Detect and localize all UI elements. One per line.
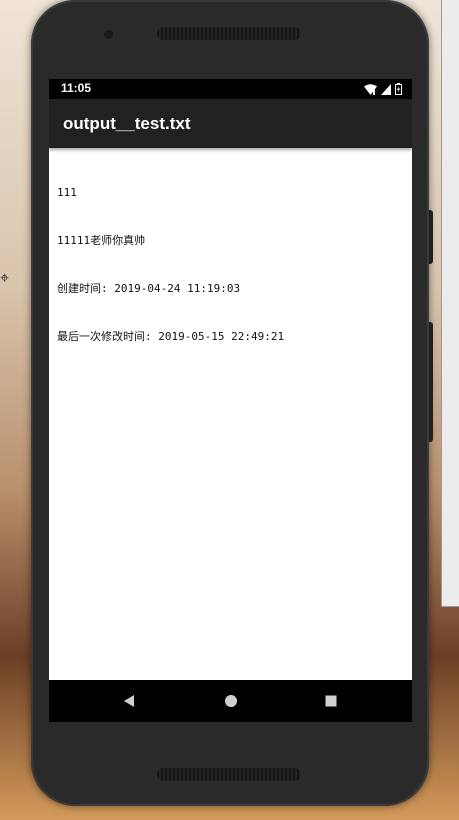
power-button[interactable] xyxy=(429,210,433,264)
wifi-icon xyxy=(364,83,377,95)
recents-icon xyxy=(325,695,337,707)
back-button[interactable] xyxy=(119,691,139,711)
status-bar: 11:05 xyxy=(49,79,412,99)
volume-rocker[interactable] xyxy=(429,322,433,442)
content-line: 最后一次修改时间: 2019-05-15 22:49:21 xyxy=(57,330,285,343)
recents-button[interactable] xyxy=(321,691,341,711)
content-line: 创建时间: 2019-04-24 11:19:03 xyxy=(57,282,241,295)
top-speaker-grille xyxy=(157,27,301,40)
cell-signal-icon xyxy=(381,83,391,95)
back-icon xyxy=(124,695,134,707)
device-screen: 11:05 output__test.txt 111 11111老师你真帅 创建… xyxy=(49,79,412,722)
phone-frame: 11:05 output__test.txt 111 11111老师你真帅 创建… xyxy=(31,0,433,806)
desktop-cursor-glyph: ⌖ xyxy=(0,268,10,287)
navigation-bar xyxy=(49,680,412,722)
file-content: 111 11111老师你真帅 创建时间: 2019-04-24 11:19:03… xyxy=(57,153,406,377)
status-icons xyxy=(364,82,402,96)
front-camera xyxy=(104,30,113,39)
home-icon xyxy=(225,695,237,707)
battery-icon xyxy=(395,83,402,95)
status-time: 11:05 xyxy=(61,81,92,95)
content-line: 11111老师你真帅 xyxy=(57,234,146,247)
app-bar: output__test.txt xyxy=(49,99,412,148)
bottom-speaker-grille xyxy=(157,768,301,781)
background-window-edge xyxy=(441,0,459,607)
content-line: 111 xyxy=(57,186,77,199)
app-title: output__test.txt xyxy=(63,114,191,133)
home-button[interactable] xyxy=(221,691,241,711)
